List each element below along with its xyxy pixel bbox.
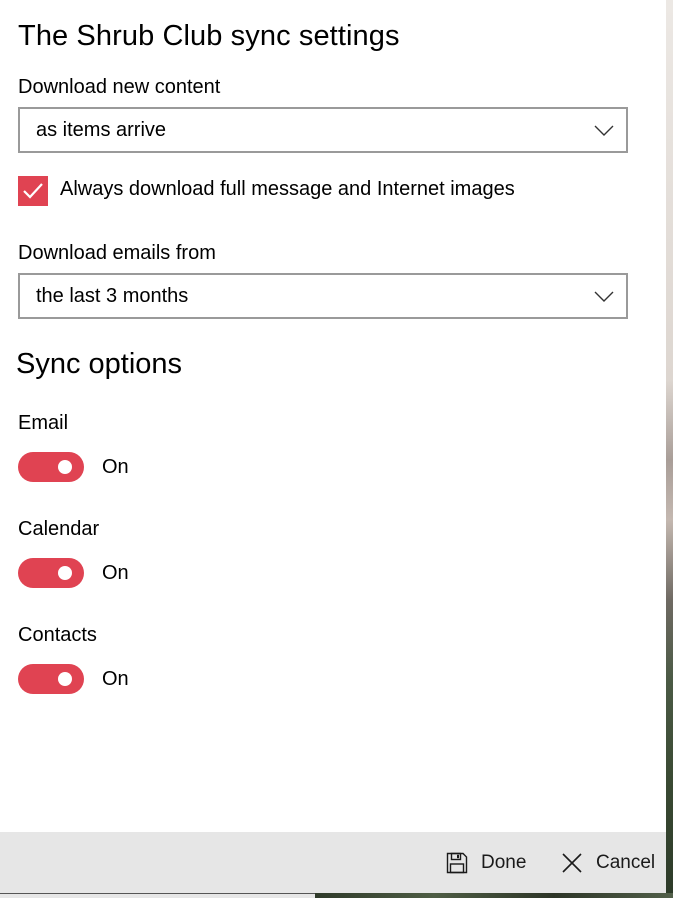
- page-title: The Shrub Club sync settings: [18, 20, 400, 52]
- background-scenery-bottom: [315, 893, 673, 898]
- download-new-content-dropdown[interactable]: as items arrive: [18, 107, 628, 153]
- taskbar-edge: [0, 893, 315, 898]
- contacts-sync-label: Contacts: [18, 624, 97, 646]
- download-emails-from-value: the last 3 months: [36, 285, 189, 307]
- done-button[interactable]: Done: [445, 832, 526, 893]
- download-emails-from-dropdown[interactable]: the last 3 months: [18, 273, 628, 319]
- toggle-knob: [58, 566, 72, 580]
- contacts-sync-state: On: [102, 668, 129, 690]
- chevron-down-icon: [594, 125, 614, 136]
- download-new-content-value: as items arrive: [36, 119, 167, 141]
- chevron-down-icon: [594, 291, 614, 302]
- cancel-button-label: Cancel: [596, 851, 656, 873]
- calendar-sync-toggle[interactable]: [18, 558, 84, 588]
- toggle-knob: [58, 460, 72, 474]
- cancel-button[interactable]: Cancel: [560, 832, 655, 893]
- background-scenery: [666, 0, 673, 898]
- save-icon: [446, 852, 468, 873]
- done-button-label: Done: [481, 851, 527, 873]
- calendar-sync-state: On: [102, 562, 129, 584]
- sync-options-heading: Sync options: [16, 348, 183, 380]
- email-sync-toggle[interactable]: [18, 452, 84, 482]
- download-emails-from-label: Download emails from: [18, 242, 216, 264]
- toggle-knob: [58, 672, 72, 686]
- calendar-sync-label: Calendar: [18, 518, 100, 540]
- full-message-checkbox[interactable]: [18, 176, 48, 206]
- email-sync-state: On: [102, 456, 129, 478]
- sync-settings-panel: The Shrub Club sync settings Download ne…: [0, 0, 666, 832]
- email-sync-label: Email: [18, 412, 69, 434]
- download-new-content-label: Download new content: [18, 76, 221, 98]
- contacts-sync-toggle[interactable]: [18, 664, 84, 694]
- close-icon: [562, 852, 582, 873]
- checkmark-icon: [23, 183, 43, 199]
- full-message-checkbox-label: Always download full message and Interne…: [60, 178, 515, 200]
- command-bar: Done Cancel: [0, 832, 666, 893]
